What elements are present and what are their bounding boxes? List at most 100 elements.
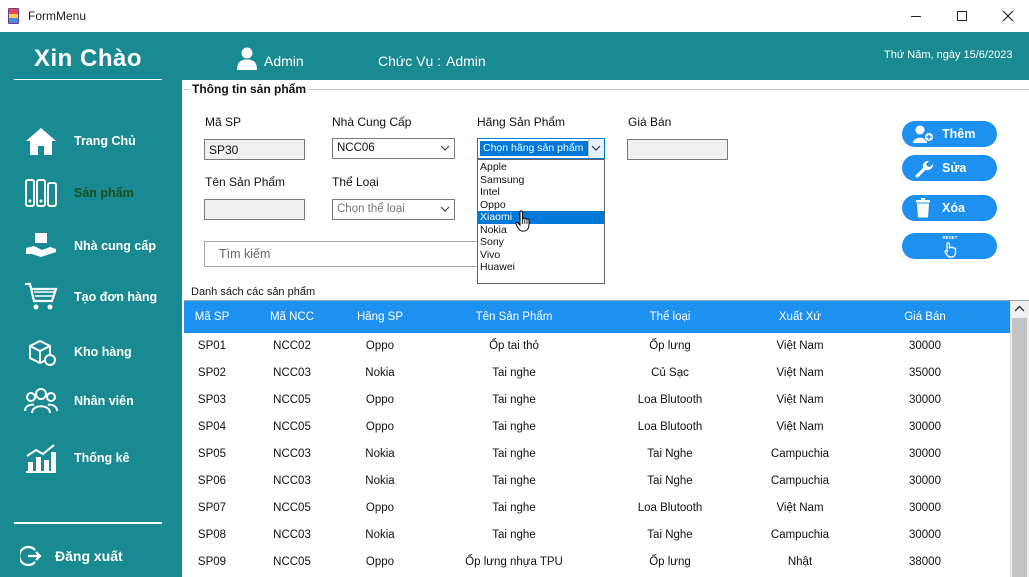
column-header[interactable]: Giá Bán [890, 311, 960, 323]
add-button[interactable]: Thêm [902, 121, 997, 147]
table-cell: Loa Blutooth [637, 421, 703, 433]
table-row[interactable]: SP03 NCC05 Oppo Tai nghe Loa Blutooth Việt Na… [184, 388, 1010, 415]
table-cell: Tai nghe [492, 421, 536, 433]
sidebar-item-home[interactable]: Trang Chủ [0, 121, 182, 161]
product-id-field[interactable]: SP30 [204, 139, 305, 160]
title-bar: FormMenu [0, 0, 1029, 32]
sidebar-item-products[interactable]: Sản phẩm [0, 173, 182, 213]
table-cell: 35000 [909, 367, 941, 379]
table-row[interactable]: SP09 NCC05 Oppo Ốp lưng nhựa TPU Ốp lưng Nhật… [184, 550, 1010, 577]
table-cell: Ốp lưng nhựa TPU [465, 556, 563, 568]
search-input[interactable]: Tìm kiếm [204, 241, 494, 267]
table-row[interactable]: SP08 NCC03 Nokia Tai nghe Tai Nghe Campuchia 3… [184, 523, 1010, 550]
table-cell: NCC05 [273, 556, 311, 568]
table-row[interactable]: SP07 NCC05 Oppo Tai nghe Loa Blutooth Việt Na… [184, 496, 1010, 523]
sidebar-item-label: Trang Chủ [74, 134, 136, 148]
table-cell: Oppo [365, 556, 395, 568]
dropdown-option-vivo[interactable]: Vivo [478, 249, 604, 262]
table-cell: 30000 [909, 475, 941, 487]
minimize-icon [911, 15, 921, 17]
table-cell: Tai nghe [492, 475, 536, 487]
table-cell: 30000 [909, 421, 941, 433]
scroll-up-icon[interactable] [1011, 301, 1028, 317]
dropdown-option-oppo[interactable]: Oppo [478, 199, 604, 212]
dropdown-option-sony[interactable]: Sony [478, 236, 604, 249]
table-row[interactable]: SP06 NCC03 Nokia Tai nghe Tai Nghe Campuchia 3… [184, 469, 1010, 496]
minimize-button[interactable] [893, 0, 939, 32]
category-select[interactable]: Chọn thể loại [332, 199, 455, 220]
table-cell: Tai Nghe [647, 475, 693, 487]
sidebar-item-supplier[interactable]: Nhà cung cấp [0, 226, 182, 266]
dropdown-option-huawei[interactable]: Huawei [478, 261, 604, 274]
sidebar-item-create-order[interactable]: Tạo đơn hàng [0, 277, 182, 317]
trash-icon [916, 198, 930, 218]
table-cell: 30000 [909, 340, 941, 352]
sidebar-item-label: Tạo đơn hàng [74, 290, 158, 304]
price-field[interactable] [627, 139, 728, 160]
table-row[interactable]: SP02 NCC03 Nokia Tai nghe Củ Sạc Việt Nam 3500… [184, 361, 1010, 388]
dropdown-option-apple[interactable]: Apple [478, 161, 604, 174]
supplier-select[interactable]: NCC06 [332, 138, 455, 159]
table-cell: Tai nghe [492, 394, 536, 406]
table-cell: Campuchia [770, 529, 830, 541]
table-cell: Oppo [365, 502, 395, 514]
dropdown-option-intel[interactable]: Intel [478, 186, 604, 199]
table-cell: SP09 [197, 556, 227, 568]
edit-button[interactable]: Sửa [902, 155, 997, 181]
dropdown-option-xiaomi[interactable]: Xiaomi [478, 211, 604, 224]
greeting-title: Xin Chào [33, 45, 142, 72]
table-cell: SP03 [197, 394, 227, 406]
table-cell: NCC03 [273, 448, 311, 460]
reset-button[interactable]: RESET [902, 233, 997, 259]
brand-select-toggle[interactable] [588, 139, 604, 158]
app-icon [8, 8, 19, 24]
user-name: Admin [264, 53, 304, 69]
column-header[interactable]: Xuất Xứ [770, 311, 830, 323]
sidebar-item-label: Kho hàng [74, 345, 132, 359]
product-info-title: Thông tin sản phẩm [190, 82, 308, 96]
logout-icon[interactable] [20, 545, 42, 567]
product-name-label: Tên Sản Phẩm [205, 175, 286, 189]
table-cell: SP05 [197, 448, 227, 460]
product-name-field[interactable] [204, 199, 305, 220]
table-row[interactable]: SP05 NCC03 Nokia Tai nghe Tai Nghe Campuchia 3… [184, 442, 1010, 469]
column-header[interactable]: Mã SP [184, 311, 240, 323]
chevron-down-icon [440, 145, 450, 151]
sidebar-item-warehouse[interactable]: Kho hàng [0, 332, 182, 372]
table-row[interactable]: SP01 NCC02 Oppo Ốp tai thỏ Ốp lưng Việt Nam 30… [184, 334, 1010, 361]
table-cell: Nokia [365, 475, 395, 487]
sidebar-item-statistics[interactable]: Thống kê [0, 438, 182, 478]
table-cell: Việt Nam [776, 394, 824, 406]
close-button[interactable] [985, 0, 1029, 32]
current-date: Thứ Năm, ngày 15/6/2023 [884, 49, 1013, 61]
column-header[interactable]: Hãng SP [350, 311, 410, 323]
table-cell: Việt Nam [776, 502, 824, 514]
sidebar-item-staff[interactable]: Nhân viên [0, 381, 182, 421]
supplier-label: Nhà Cung Cấp [332, 115, 412, 129]
table-cell: Việt Nam [776, 340, 824, 352]
maximize-button[interactable] [939, 0, 985, 32]
table-cell: NCC02 [273, 340, 311, 352]
table-cell: 38000 [909, 556, 941, 568]
scrollbar-thumb[interactable] [1012, 318, 1027, 577]
brand-dropdown-list: Apple Samsung Intel Oppo Xiaomi Nokia So… [477, 159, 605, 284]
logout-button[interactable]: Đăng xuất [55, 548, 123, 564]
supplier-icon [26, 233, 56, 257]
dropdown-option-samsung[interactable]: Samsung [478, 174, 604, 187]
table-cell: NCC03 [273, 367, 311, 379]
wrench-icon [915, 160, 934, 178]
products-icon [25, 179, 57, 207]
table-cell: Việt Nam [776, 367, 824, 379]
brand-select[interactable]: Chọn hãng sản phẩm [477, 138, 605, 159]
table-cell: Ốp tai thỏ [489, 340, 539, 352]
table-row[interactable]: SP04 NCC05 Oppo Tai nghe Loa Blutooth Việt Na… [184, 415, 1010, 442]
sidebar-divider [14, 522, 162, 524]
add-user-icon [913, 125, 934, 143]
column-header[interactable]: Mã NCC [262, 311, 322, 323]
dropdown-option-nokia[interactable]: Nokia [478, 224, 604, 237]
column-header[interactable]: Thể loại [630, 311, 710, 323]
supplier-select-value: NCC06 [337, 142, 375, 154]
column-header[interactable]: Tên Sản Phẩm [444, 311, 584, 323]
delete-button[interactable]: Xóa [902, 195, 997, 221]
chevron-down-icon [440, 206, 450, 212]
